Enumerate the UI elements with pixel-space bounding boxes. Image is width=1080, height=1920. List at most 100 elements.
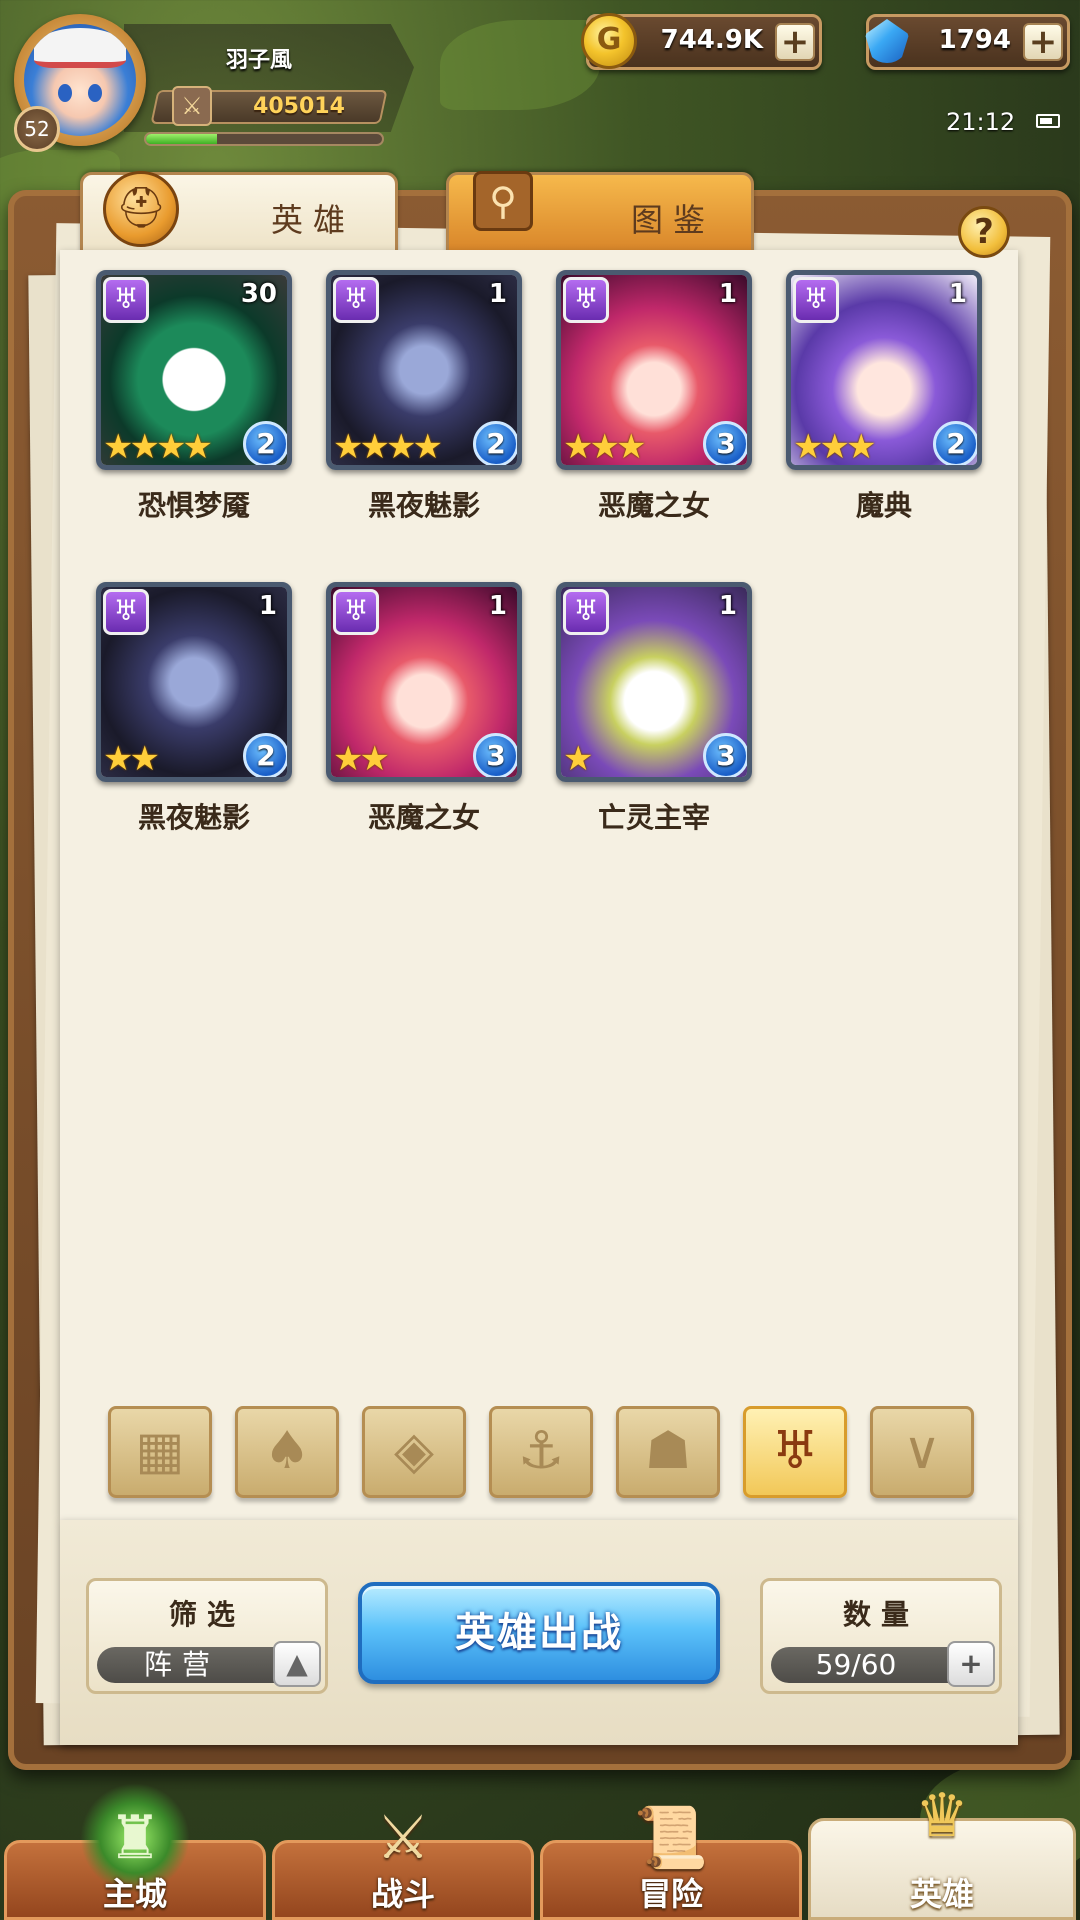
hero-name: 亡灵主宰	[597, 801, 710, 834]
gold-amount: 744.9K	[660, 25, 763, 55]
hero-grade-badge: 2	[243, 421, 287, 465]
filter-value: 阵营	[143, 1648, 220, 1681]
hero-grade-badge: 3	[703, 733, 747, 777]
plus-icon: +	[959, 1647, 983, 1680]
faction-filter-button[interactable]: ☗	[616, 1406, 720, 1498]
background-foliage	[440, 20, 600, 110]
hero-card[interactable]: ♅ 1 ★★★ 2	[786, 270, 982, 470]
crossed-swords-power-icon: ⚔	[172, 86, 212, 126]
hero-count-value: 59/60	[815, 1648, 897, 1681]
hero-name: 黑夜魅影	[367, 489, 480, 522]
faction-filter-button[interactable]: ⚓	[489, 1406, 593, 1498]
beast-icon: ☗	[644, 1421, 692, 1481]
grid-icon: ▦	[135, 1421, 185, 1481]
hero-level: 1	[718, 591, 737, 621]
hero-name: 恶魔之女	[597, 489, 710, 522]
hero-card[interactable]: ♅ 1 ★ 3	[556, 582, 752, 782]
hero-stars: ★★★	[793, 427, 876, 467]
filter-toggle-button[interactable]: ▲	[273, 1641, 321, 1687]
hero-crest-icon: ♛	[915, 1781, 969, 1851]
hero-name: 恶魔之女	[367, 801, 480, 834]
nav-label: 英雄	[909, 1875, 974, 1913]
player-name: 羽子風	[225, 48, 292, 73]
magnifier-icon: ⚲	[473, 171, 533, 231]
hero-card[interactable]: ♅ 1 ★★ 3	[326, 582, 522, 782]
tab-encyclopedia[interactable]: ⚲ 图鉴	[446, 171, 754, 254]
tab-heroes-label: 英雄	[271, 201, 356, 239]
hero-stars: ★★★★	[103, 427, 213, 467]
count-title: 数量	[842, 1598, 919, 1631]
chevron-wing-icon: ∨	[902, 1421, 942, 1481]
hero-stars: ★★★★	[333, 427, 443, 467]
diamond-icon: ◈	[394, 1421, 434, 1481]
gold-counter: G 744.9K +	[581, 13, 822, 70]
nav-heroes[interactable]: ♛ 英雄	[808, 1781, 1076, 1920]
gem-amount: 1794	[938, 25, 1011, 55]
hero-stars: ★	[563, 739, 594, 779]
faction-filter-button[interactable]: ♠	[235, 1406, 339, 1498]
demon-faction-icon: ♅	[563, 589, 609, 635]
filter-control: 筛选 阵营 ▲	[86, 1578, 328, 1694]
avatar-eye	[88, 84, 102, 102]
avatar-hat	[34, 28, 126, 68]
demon-faction-icon: ♅	[793, 277, 839, 323]
hero-level: 30	[240, 279, 277, 309]
hero-count-control: 数量 59/60 +	[760, 1578, 1002, 1694]
hero-grade-badge: 2	[473, 421, 517, 465]
demon-faction-icon: ♅	[563, 277, 609, 323]
hero-card[interactable]: ♅ 1 ★★★★ 2	[326, 270, 522, 470]
triangle-up-icon: ▲	[286, 1647, 308, 1680]
exp-bar-fill	[146, 134, 217, 144]
hero-level: 1	[488, 279, 507, 309]
faction-filter-button[interactable]: ▦	[108, 1406, 212, 1498]
hero-name: 黑夜魅影	[137, 801, 250, 834]
leaf-icon: ♠	[263, 1421, 311, 1481]
hero-count-pill: 59/60 +	[771, 1641, 995, 1687]
help-button[interactable]: ?	[958, 206, 1010, 258]
hero-level: 1	[488, 591, 507, 621]
demon-faction-icon: ♅	[333, 277, 379, 323]
hero-grade-badge: 3	[473, 733, 517, 777]
add-gems-button[interactable]: +	[1023, 23, 1063, 61]
status-time: 21:12	[946, 108, 1016, 136]
knight-helmet-icon: ⛑	[103, 171, 179, 247]
hero-grade-badge: 3	[703, 421, 747, 465]
demon-faction-icon: ♅	[103, 589, 149, 635]
faction-filter-button[interactable]: ◈	[362, 1406, 466, 1498]
hero-grade-badge: 2	[933, 421, 977, 465]
nav-adventure[interactable]: 📜 冒险	[540, 1803, 802, 1920]
tab-heroes[interactable]: ⛑ 英雄	[80, 171, 398, 254]
hero-stars: ★★	[333, 739, 390, 779]
hero-name: 魔典	[855, 489, 912, 522]
faction-filter-button[interactable]: ∨	[870, 1406, 974, 1498]
nav-main-city[interactable]: ♜ 主城	[4, 1783, 266, 1920]
exp-bar	[144, 132, 384, 146]
hero-card[interactable]: ♅ 1 ★★ 2	[96, 582, 292, 782]
hero-grade-badge: 2	[243, 733, 287, 777]
add-gold-button[interactable]: +	[775, 23, 815, 61]
hero-stars: ★★★	[563, 427, 646, 467]
diamond-gem-icon	[865, 19, 909, 63]
demon-horns-icon: ♅	[771, 1421, 819, 1481]
expand-capacity-button[interactable]: +	[947, 1641, 995, 1687]
nav-label: 冒险	[638, 1875, 703, 1913]
hero-card[interactable]: ♅ 1 ★★★ 3	[556, 270, 752, 470]
faction-filter-button[interactable]: ♅	[743, 1406, 847, 1498]
deploy-heroes-button[interactable]: 英雄出战	[358, 1582, 720, 1684]
player-power: 405014	[253, 94, 345, 119]
player-level-badge: 52	[14, 106, 60, 152]
filter-selector[interactable]: 阵营 ▲	[97, 1641, 321, 1687]
nav-battle[interactable]: ⚔ 战斗	[272, 1803, 534, 1920]
anchor-icon: ⚓	[517, 1421, 565, 1481]
demon-faction-icon: ♅	[103, 277, 149, 323]
player-info[interactable]: 52 羽子風 ⚔ 405014	[14, 14, 414, 152]
tab-icon: ⛑	[97, 167, 187, 257]
nav-label: 战斗	[370, 1875, 435, 1913]
hero-stars: ★★	[103, 739, 160, 779]
gem-counter: 1794 +	[865, 14, 1070, 70]
hero-name: 恐惧梦魇	[137, 489, 250, 522]
hero-card[interactable]: ♅ 30 ★★★★ 2	[96, 270, 292, 470]
demon-faction-icon: ♅	[333, 589, 379, 635]
battery-icon	[1036, 114, 1060, 128]
hero-level: 1	[258, 591, 277, 621]
